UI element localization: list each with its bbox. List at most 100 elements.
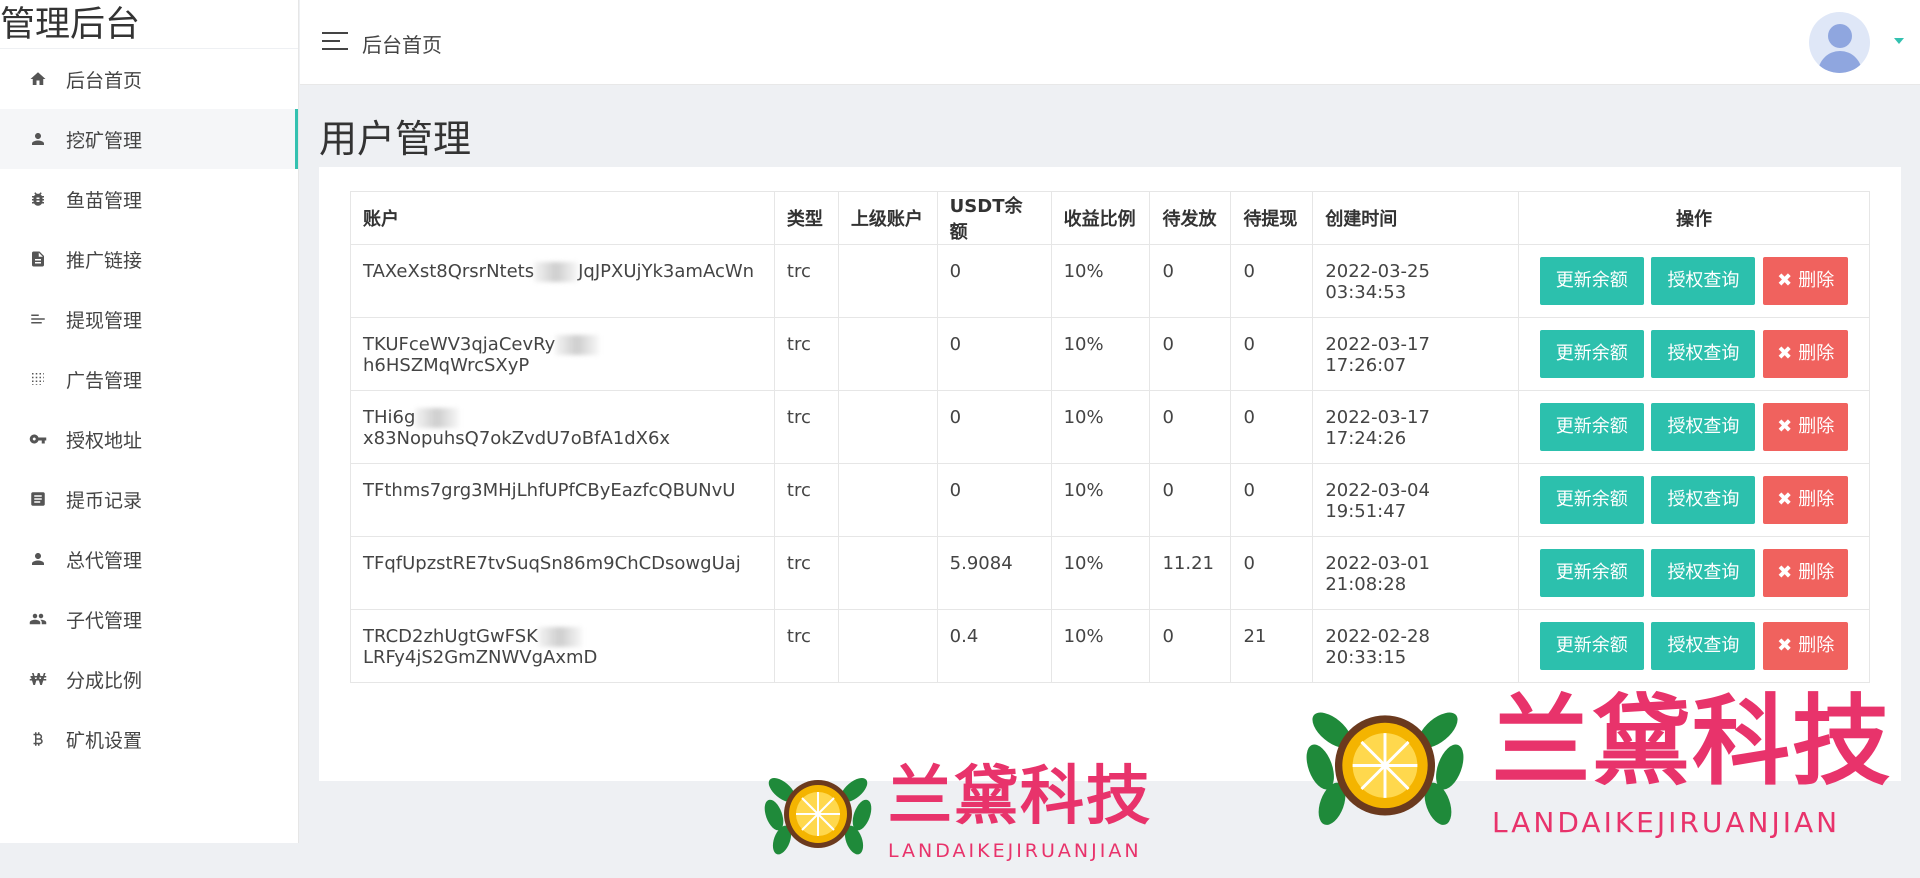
update-balance-button[interactable]: 更新余额 [1539, 330, 1644, 378]
delete-button[interactable]: ✖ 删除 [1763, 257, 1849, 305]
cell-ops: 更新余额 授权查询 ✖ 删除 [1517, 317, 1871, 391]
cell-account: TFqfUpzstRE7tvSuqSn86m9ChCDsowgUaj [350, 536, 775, 610]
cell-account: THi6gx83NopuhsQ7okZvdU7oBfA1dX6x [350, 390, 775, 464]
cell-pending: 11.21 [1149, 536, 1232, 610]
sidebar-item-coin-records[interactable]: 提币记录 [0, 469, 298, 529]
auth-query-button[interactable]: 授权查询 [1651, 257, 1756, 305]
column-header-type: 类型 [773, 191, 839, 245]
cell-ratio: 10% [1050, 609, 1151, 683]
account-text: TRCD2zhUgtGwFSK [363, 626, 538, 647]
cell-withdraw: 0 [1230, 244, 1314, 318]
sidebar-item-sub-agent[interactable]: 子代管理 [0, 589, 298, 649]
sidebar-item-label: 提币记录 [66, 489, 143, 512]
cell-ops: 更新余额 授权查询 ✖ 删除 [1517, 244, 1871, 318]
watermark-en: LANDAIKEJIRUANJIAN [1492, 806, 1841, 839]
update-balance-button[interactable]: 更新余额 [1539, 257, 1644, 305]
cell-ratio: 10% [1050, 317, 1151, 391]
sidebar-item-home[interactable]: 后台首页 [0, 49, 298, 109]
key-icon [28, 429, 48, 449]
auth-query-button[interactable]: 授权查询 [1651, 330, 1756, 378]
redacted-blur [555, 335, 600, 355]
cell-usdt: 0 [936, 390, 1052, 464]
cell-type: trc [773, 609, 839, 683]
cell-type: trc [773, 463, 839, 537]
sidebar-item-label: 矿机设置 [66, 729, 143, 752]
grid-dots-icon [28, 369, 48, 389]
sidebar-item-withdraw[interactable]: 提现管理 [0, 289, 298, 349]
account-text: THi6g [363, 407, 416, 428]
record-icon [28, 489, 48, 509]
sidebar-menu: 后台首页 挖矿管理 鱼苗管理 推广链接 提现管理 广告管理 授权地址 提币记录 [0, 49, 298, 769]
close-icon: ✖ [1777, 562, 1793, 583]
cell-created: 2022-03-17 17:24:26 [1312, 390, 1519, 464]
cell-created: 2022-03-04 19:51:47 [1312, 463, 1519, 537]
auth-query-button[interactable]: 授权查询 [1651, 622, 1756, 670]
cell-ops: 更新余额 授权查询 ✖ 删除 [1517, 536, 1871, 610]
sidebar-item-label: 授权地址 [66, 429, 143, 452]
update-balance-button[interactable]: 更新余额 [1539, 403, 1644, 451]
table-row: TAXeXst8QrsrNtets JqJPXUjYk3amAcWn trc 0 … [350, 244, 1871, 318]
auth-query-button[interactable]: 授权查询 [1651, 549, 1756, 597]
sidebar-item-label: 分成比例 [66, 669, 143, 692]
cell-ops: 更新余额 授权查询 ✖ 删除 [1517, 390, 1871, 464]
sidebar-item-mining[interactable]: 挖矿管理 [0, 109, 298, 169]
cell-pending: 0 [1149, 390, 1232, 464]
auth-query-button[interactable]: 授权查询 [1651, 403, 1756, 451]
sidebar-item-miner-settings[interactable]: 矿机设置 [0, 709, 298, 769]
cell-ratio: 10% [1050, 536, 1151, 610]
cell-usdt: 0 [936, 463, 1052, 537]
table-row: TKUFceWV3qjaCevRyh6HSZMqWrcSXyP trc 0 10… [350, 317, 1871, 391]
top-header: 后台首页 [300, 0, 1920, 85]
account-text: h6HSZMqWrcSXyP [363, 355, 530, 376]
sidebar-item-label: 总代管理 [66, 549, 143, 572]
cell-usdt: 0 [936, 244, 1052, 318]
delete-button[interactable]: ✖ 删除 [1763, 403, 1849, 451]
column-header-account: 账户 [350, 191, 775, 245]
won-icon [28, 669, 48, 689]
redacted-blur [537, 627, 582, 647]
cell-parent [837, 244, 938, 318]
delete-button[interactable]: ✖ 删除 [1763, 476, 1849, 524]
update-balance-button[interactable]: 更新余额 [1539, 622, 1644, 670]
cell-account: TAXeXst8QrsrNtets JqJPXUjYk3amAcWn [350, 244, 775, 318]
close-icon: ✖ [1777, 416, 1793, 437]
sidebar-item-promo-link[interactable]: 推广链接 [0, 229, 298, 289]
redacted-blur [415, 408, 460, 428]
header-title: 后台首页 [362, 33, 442, 57]
watermark-cn: 兰黛科技 [1492, 685, 1893, 799]
close-icon: ✖ [1777, 343, 1793, 364]
cell-created: 2022-03-01 21:08:28 [1312, 536, 1519, 610]
delete-button[interactable]: ✖ 删除 [1763, 549, 1849, 597]
bitcoin-icon [28, 729, 48, 749]
cell-pending: 0 [1149, 317, 1232, 391]
redacted-blur [534, 262, 579, 282]
cell-parent [837, 609, 938, 683]
delete-label: 删除 [1798, 635, 1835, 656]
cell-parent [837, 536, 938, 610]
auth-query-button[interactable]: 授权查询 [1651, 476, 1756, 524]
update-balance-button[interactable]: 更新余额 [1539, 476, 1644, 524]
cell-ops: 更新余额 授权查询 ✖ 删除 [1517, 463, 1871, 537]
update-balance-button[interactable]: 更新余额 [1539, 549, 1644, 597]
cell-ratio: 10% [1050, 463, 1151, 537]
cell-ops: 更新余额 授权查询 ✖ 删除 [1517, 609, 1871, 683]
sidebar-item-general-agent[interactable]: 总代管理 [0, 529, 298, 589]
avatar[interactable] [1809, 12, 1870, 73]
delete-button[interactable]: ✖ 删除 [1763, 622, 1849, 670]
orange-logo-icon [1306, 712, 1464, 825]
sidebar-item-fry[interactable]: 鱼苗管理 [0, 169, 298, 229]
sidebar-item-ads[interactable]: 广告管理 [0, 349, 298, 409]
cell-type: trc [773, 390, 839, 464]
chevron-down-icon[interactable] [1894, 38, 1904, 44]
sidebar-item-label: 提现管理 [66, 309, 143, 332]
cell-pending: 0 [1149, 609, 1232, 683]
sidebar-item-share-ratio[interactable]: 分成比例 [0, 649, 298, 709]
table-row: TRCD2zhUgtGwFSKLRFy4jS2GmZNWVgAxmD trc 0… [350, 609, 1871, 683]
column-header-usdt: USDT余额 [936, 191, 1052, 245]
cell-created: 2022-03-25 03:34:53 [1312, 244, 1519, 318]
account-text: TKUFceWV3qjaCevRy [363, 334, 556, 355]
delete-button[interactable]: ✖ 删除 [1763, 330, 1849, 378]
menu-toggle-icon[interactable] [322, 32, 348, 52]
person-icon [28, 129, 48, 149]
sidebar-item-auth-address[interactable]: 授权地址 [0, 409, 298, 469]
